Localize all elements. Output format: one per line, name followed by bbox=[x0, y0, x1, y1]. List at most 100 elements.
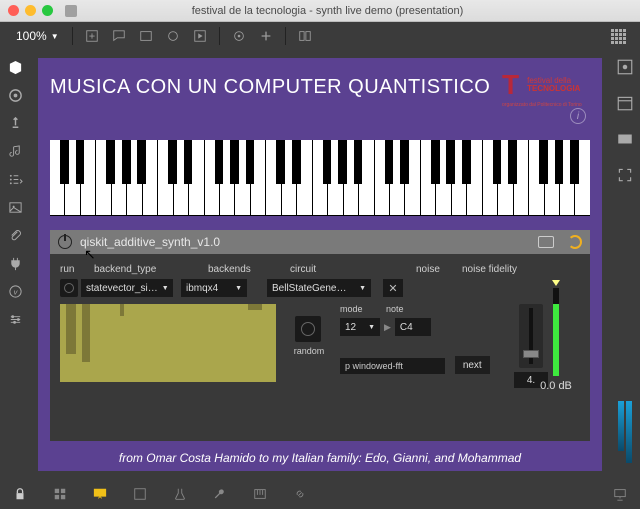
play-icon[interactable]: ▶ bbox=[384, 322, 391, 333]
white-key[interactable] bbox=[96, 140, 111, 216]
black-key[interactable] bbox=[215, 140, 224, 184]
power-icon[interactable] bbox=[58, 235, 72, 249]
black-key[interactable] bbox=[338, 140, 347, 184]
backends-dropdown[interactable]: ibmqx4▼ bbox=[181, 279, 247, 297]
bottom-wrench-icon[interactable] bbox=[210, 484, 230, 504]
black-key[interactable] bbox=[446, 140, 455, 184]
app-icon bbox=[65, 5, 77, 17]
chevron-down-icon: ▼ bbox=[158, 285, 169, 292]
bottom-beaker-icon[interactable] bbox=[170, 484, 190, 504]
black-key[interactable] bbox=[493, 140, 502, 184]
black-key[interactable] bbox=[137, 140, 146, 184]
zoom-value: 100% bbox=[16, 29, 47, 43]
white-key[interactable] bbox=[158, 140, 173, 216]
chevron-down-icon: ▼ bbox=[231, 285, 242, 292]
level-meters bbox=[618, 401, 632, 471]
lock-icon[interactable] bbox=[10, 484, 30, 504]
backend-type-dropdown[interactable]: statevector_si…▼ bbox=[81, 279, 173, 297]
sidebar-target-icon[interactable] bbox=[6, 86, 24, 104]
black-key[interactable] bbox=[431, 140, 440, 184]
label-note: note bbox=[386, 304, 432, 314]
algorithm-field[interactable]: p windowed-fft bbox=[340, 358, 445, 374]
toolbar-comment-button[interactable] bbox=[107, 26, 131, 46]
minimize-window-button[interactable] bbox=[25, 5, 36, 16]
toolbar-grid-button[interactable] bbox=[606, 26, 630, 46]
refresh-icon[interactable] bbox=[568, 235, 582, 249]
snapshot-icon[interactable] bbox=[538, 236, 554, 248]
right-expand-icon[interactable] bbox=[616, 166, 634, 184]
run-button[interactable] bbox=[60, 279, 78, 297]
bottom-piano-icon[interactable] bbox=[250, 484, 270, 504]
mouse-cursor-icon: ↖ bbox=[84, 246, 96, 263]
black-key[interactable] bbox=[508, 140, 517, 184]
toolbar-transport-button[interactable] bbox=[161, 26, 185, 46]
white-key[interactable] bbox=[50, 140, 65, 216]
black-key[interactable] bbox=[323, 140, 332, 184]
info-icon[interactable]: i bbox=[570, 108, 586, 124]
toolbar-new-button[interactable] bbox=[80, 26, 104, 46]
white-key[interactable] bbox=[375, 140, 390, 216]
label-run: run bbox=[60, 264, 94, 275]
toolbar-rect-button[interactable] bbox=[134, 26, 158, 46]
sidebar-image-icon[interactable] bbox=[6, 198, 24, 216]
toolbar-target-button[interactable] bbox=[227, 26, 251, 46]
sidebar-var-icon[interactable]: v bbox=[6, 282, 24, 300]
white-key[interactable] bbox=[313, 140, 328, 216]
toolbar-play-button[interactable] bbox=[188, 26, 212, 46]
black-key[interactable] bbox=[276, 140, 285, 184]
black-key[interactable] bbox=[400, 140, 409, 184]
black-key[interactable] bbox=[168, 140, 177, 184]
noise-clear-button[interactable]: ✕ bbox=[383, 279, 403, 297]
black-key[interactable] bbox=[292, 140, 301, 184]
close-window-button[interactable] bbox=[8, 5, 19, 16]
sidebar-cube-icon[interactable] bbox=[6, 58, 24, 76]
zoom-dropdown[interactable]: 100% ▼ bbox=[10, 27, 65, 45]
black-key[interactable] bbox=[122, 140, 131, 184]
black-key[interactable] bbox=[570, 140, 579, 184]
right-panel-icon[interactable] bbox=[616, 130, 634, 148]
bottom-edit-icon[interactable] bbox=[130, 484, 150, 504]
right-calendar-icon[interactable] bbox=[616, 94, 634, 112]
level-peak-icon bbox=[552, 280, 560, 286]
sidebar-sequence-icon[interactable] bbox=[6, 170, 24, 188]
black-key[interactable] bbox=[246, 140, 255, 184]
sidebar-tuning-icon[interactable] bbox=[6, 114, 24, 132]
white-key[interactable] bbox=[266, 140, 281, 216]
black-key[interactable] bbox=[60, 140, 69, 184]
black-key[interactable] bbox=[106, 140, 115, 184]
bottom-link-icon[interactable] bbox=[290, 484, 310, 504]
sidebar-attachment-icon[interactable] bbox=[6, 226, 24, 244]
white-key[interactable] bbox=[483, 140, 498, 216]
sidebar-settings-icon[interactable] bbox=[6, 310, 24, 328]
bottom-presentation-icon[interactable] bbox=[90, 484, 110, 504]
circuit-dropdown[interactable]: BellStateGene…▼ bbox=[267, 279, 371, 297]
bottom-grid-icon[interactable] bbox=[50, 484, 70, 504]
next-button[interactable]: next bbox=[455, 356, 490, 374]
toolbar-plus-button[interactable] bbox=[254, 26, 278, 46]
black-key[interactable] bbox=[462, 140, 471, 184]
label-mode: mode bbox=[340, 304, 386, 314]
right-inspect-icon[interactable] bbox=[616, 58, 634, 76]
sidebar-plug-icon[interactable] bbox=[6, 254, 24, 272]
bottom-present-icon[interactable] bbox=[610, 484, 630, 504]
black-key[interactable] bbox=[184, 140, 193, 184]
black-key[interactable] bbox=[354, 140, 363, 184]
black-key[interactable] bbox=[76, 140, 85, 184]
label-random: random bbox=[285, 346, 333, 356]
mode-dropdown[interactable]: 12▼ bbox=[340, 318, 380, 336]
black-key[interactable] bbox=[385, 140, 394, 184]
white-key[interactable] bbox=[529, 140, 544, 216]
note-field[interactable]: C4 bbox=[395, 318, 431, 336]
sidebar-note-icon[interactable] bbox=[6, 142, 24, 160]
piano-keyboard[interactable]: document.write(Array.from({length:35},(_… bbox=[50, 140, 590, 216]
label-noise: noise bbox=[416, 264, 462, 275]
black-key[interactable] bbox=[555, 140, 564, 184]
black-key[interactable] bbox=[230, 140, 239, 184]
black-key[interactable] bbox=[539, 140, 548, 184]
right-sidebar bbox=[610, 50, 640, 479]
toolbar-relayout-button[interactable] bbox=[293, 26, 317, 46]
random-button[interactable] bbox=[295, 316, 321, 342]
zoom-window-button[interactable] bbox=[42, 5, 53, 16]
white-key[interactable] bbox=[421, 140, 436, 216]
white-key[interactable] bbox=[205, 140, 220, 216]
